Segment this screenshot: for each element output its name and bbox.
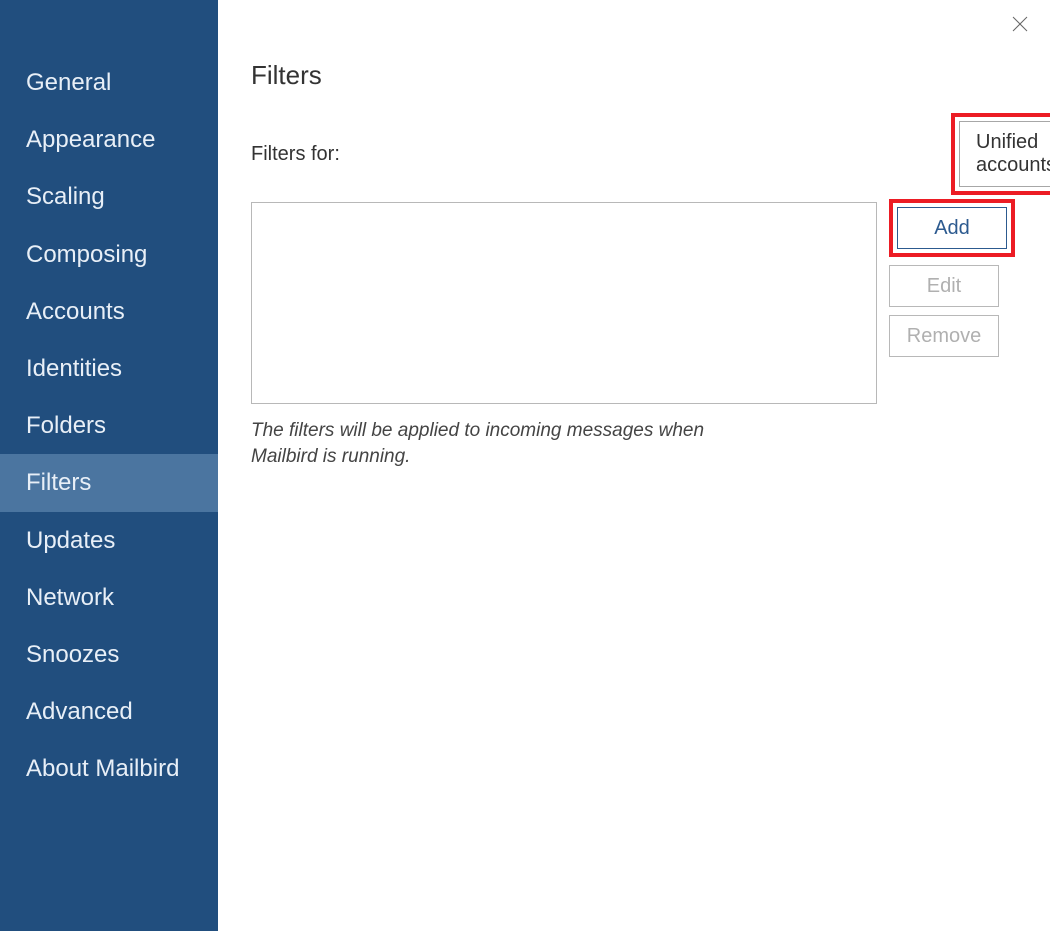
sidebar-item-network[interactable]: Network [0,569,218,626]
account-dropdown-selected: Unified accounts [976,131,1050,177]
filters-list[interactable] [251,202,877,404]
filters-button-stack: Add Edit Remove [889,202,1015,357]
sidebar-item-identities[interactable]: Identities [0,340,218,397]
filters-for-label: Filters for: [251,143,340,166]
sidebar-item-filters[interactable]: Filters [0,454,218,511]
add-button-highlight: Add [889,199,1015,257]
sidebar-item-folders[interactable]: Folders [0,397,218,454]
close-icon [1012,16,1028,32]
filters-hint-text: The filters will be applied to incoming … [251,418,771,469]
sidebar-item-snoozes[interactable]: Snoozes [0,626,218,683]
sidebar-item-composing[interactable]: Composing [0,226,218,283]
sidebar-item-scaling[interactable]: Scaling [0,168,218,225]
sidebar-item-general[interactable]: General [0,54,218,111]
edit-button[interactable]: Edit [889,265,999,307]
add-button[interactable]: Add [897,207,1007,249]
close-button[interactable] [1010,14,1030,34]
page-title: Filters [251,60,1015,91]
remove-button[interactable]: Remove [889,315,999,357]
account-dropdown[interactable]: Unified accounts [959,121,1050,187]
settings-sidebar: General Appearance Scaling Composing Acc… [0,0,218,931]
account-dropdown-highlight: Unified accounts [951,113,1050,195]
sidebar-item-about[interactable]: About Mailbird [0,740,218,797]
sidebar-item-appearance[interactable]: Appearance [0,111,218,168]
sidebar-item-updates[interactable]: Updates [0,512,218,569]
main-panel: Filters Filters for: Unified accounts Ad… [218,0,1050,931]
sidebar-item-accounts[interactable]: Accounts [0,283,218,340]
filters-body: Add Edit Remove [251,202,1015,404]
sidebar-item-advanced[interactable]: Advanced [0,683,218,740]
filters-for-row: Filters for: Unified accounts [251,113,1015,195]
